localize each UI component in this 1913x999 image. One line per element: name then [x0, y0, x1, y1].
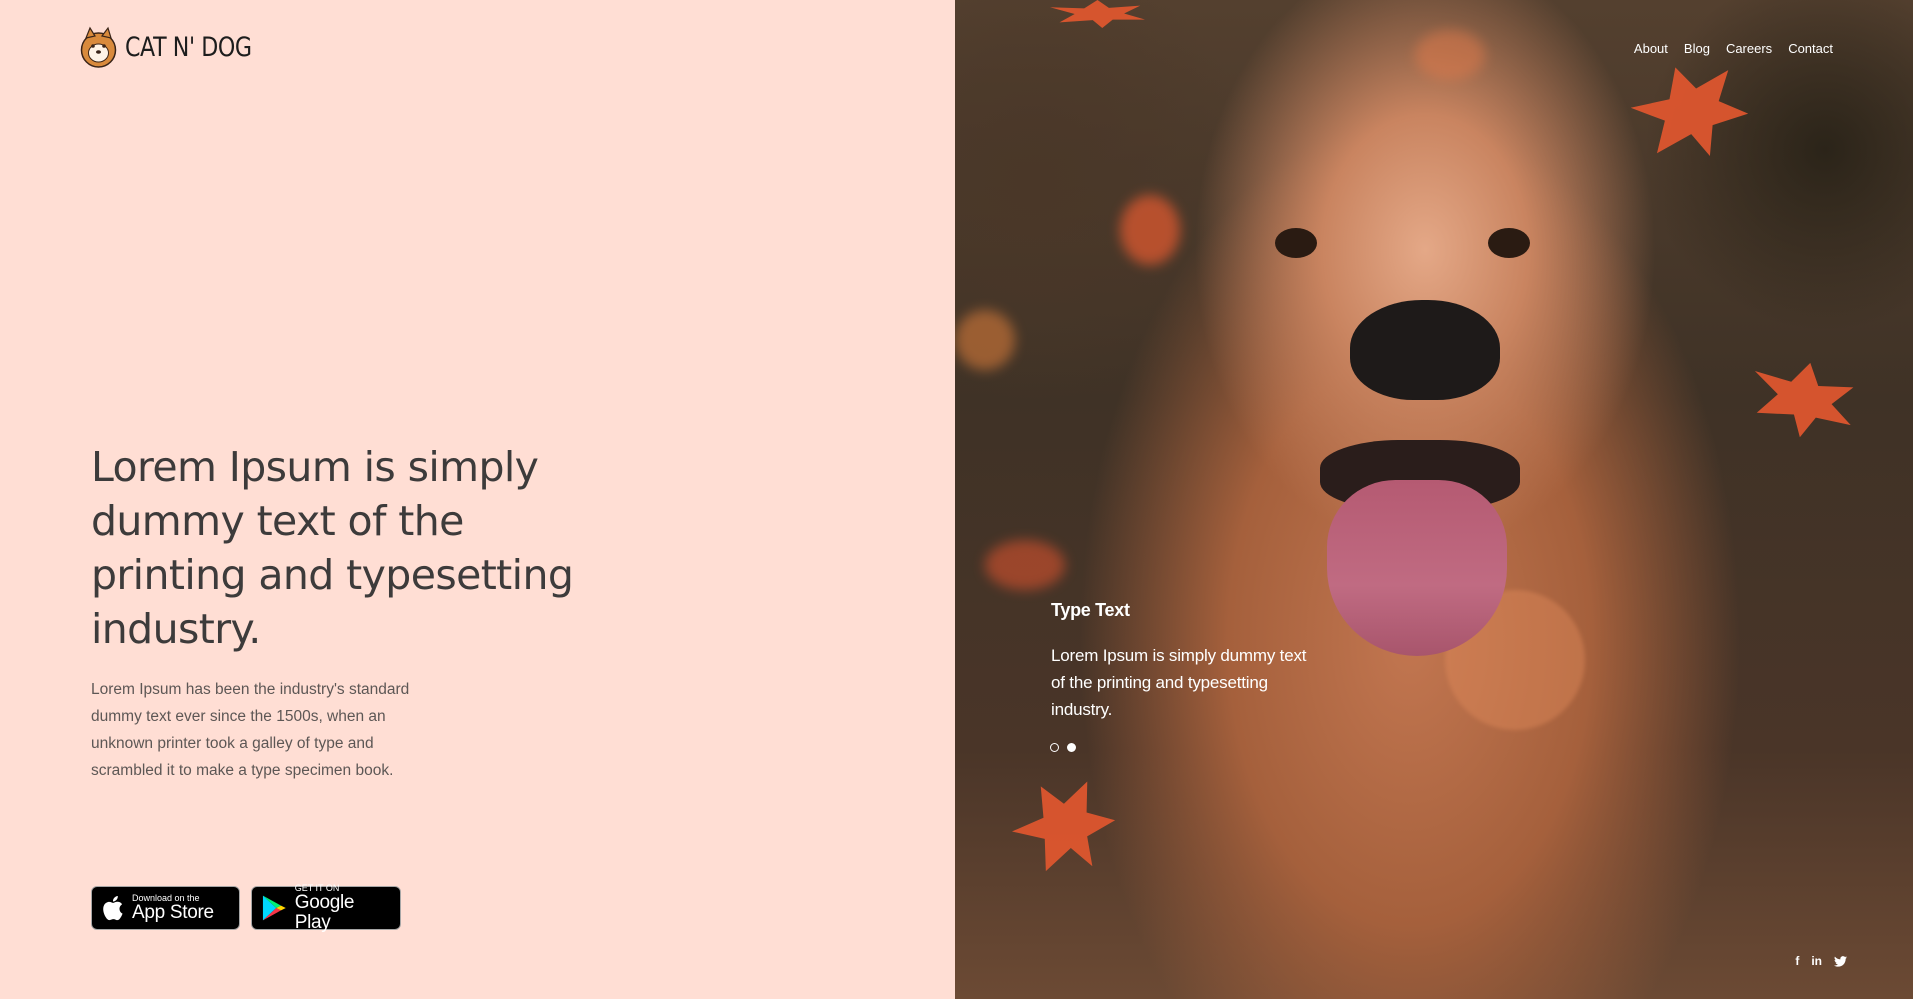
dog-nose [1350, 300, 1500, 400]
hero-headline: Lorem Ipsum is simply dummy text of the … [91, 443, 574, 653]
nav-careers[interactable]: Careers [1726, 41, 1772, 56]
store-badges: Download on the App Store GET IT ON Goog… [91, 883, 401, 933]
left-panel: CAT N' DOG Lorem Ipsum is simply dummy t… [0, 0, 955, 999]
dog-tongue [1327, 480, 1507, 656]
slider-dot-2[interactable] [1067, 743, 1076, 752]
hero-description: Lorem Ipsum has been the industry's stan… [91, 681, 410, 779]
slide-text: Lorem Ipsum is simply dummy text of the … [1051, 646, 1307, 719]
falling-leaf [1000, 763, 1130, 893]
google-play-big: Google Play [294, 892, 355, 933]
slide-title: Type Text [1051, 600, 1130, 620]
brand-name: CAT N' DOG [125, 31, 252, 63]
app-store-big: App Store [132, 902, 214, 923]
falling-leaf [1050, 0, 1145, 28]
hero-image-panel: About Blog Careers Contact Type Text Lor… [955, 0, 1913, 999]
linkedin-icon[interactable]: in [1811, 954, 1822, 968]
main-nav: About Blog Careers Contact [1634, 41, 1833, 56]
bokeh-light [1120, 195, 1180, 265]
slide-caption: Type Text Lorem Ipsum is simply dummy te… [1051, 600, 1311, 723]
dog-eye-left [1275, 228, 1317, 258]
cat-dog-logo-icon [80, 26, 117, 68]
bokeh-light [1415, 30, 1485, 80]
google-play-button[interactable]: GET IT ON Google Play [251, 883, 401, 933]
slider-dot-1[interactable] [1050, 743, 1059, 752]
apple-icon [103, 896, 123, 921]
slider-dots [1050, 743, 1076, 752]
social-links: f in [1795, 954, 1847, 968]
app-store-button[interactable]: Download on the App Store [91, 886, 240, 930]
nav-contact[interactable]: Contact [1788, 41, 1833, 56]
dog-eye-right [1488, 228, 1530, 258]
google-play-icon [262, 895, 286, 921]
nav-about[interactable]: About [1634, 41, 1668, 56]
bokeh-light [955, 310, 1015, 370]
nav-blog[interactable]: Blog [1684, 41, 1710, 56]
falling-leaf [1743, 352, 1861, 447]
facebook-icon[interactable]: f [1795, 954, 1799, 968]
bokeh-light [985, 540, 1065, 590]
brand-logo[interactable]: CAT N' DOG [80, 26, 279, 68]
twitter-icon[interactable] [1834, 955, 1847, 967]
falling-leaf [1623, 50, 1757, 174]
